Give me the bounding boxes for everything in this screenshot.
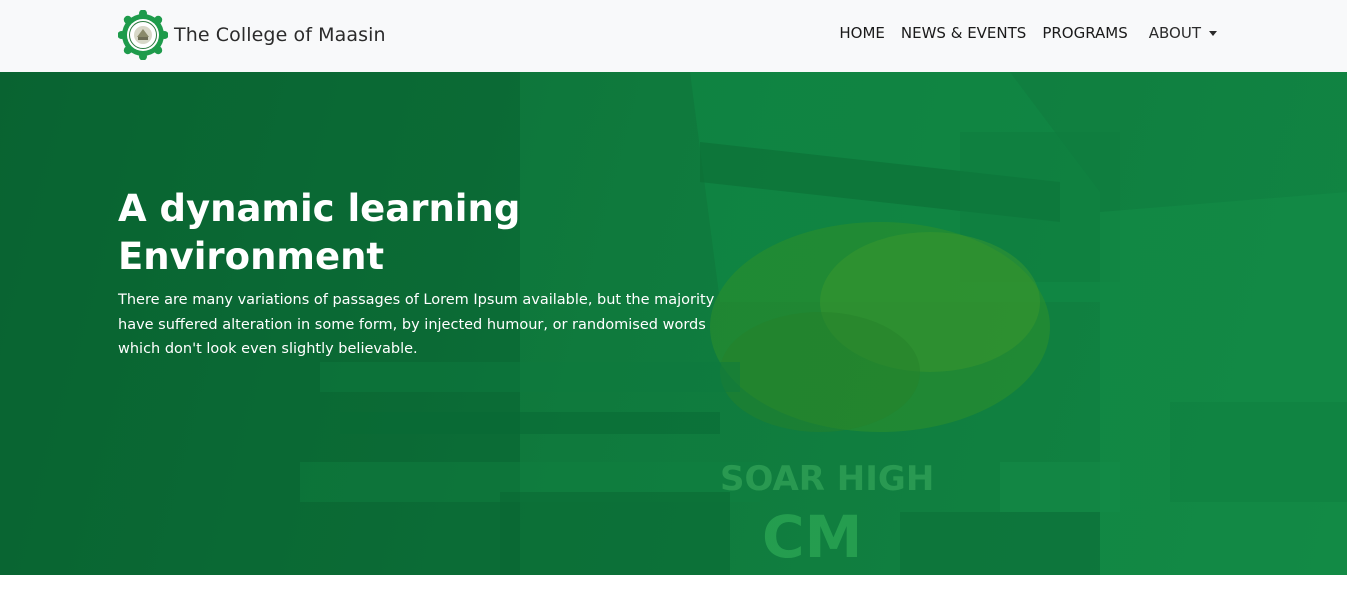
sign-text-cm: CM bbox=[762, 503, 862, 571]
brand-name: The College of Maasin bbox=[174, 24, 386, 46]
hero-title: A dynamic learning Environment bbox=[118, 187, 521, 278]
nav-link-home[interactable]: HOME bbox=[839, 24, 885, 42]
nav-dropdown-about[interactable]: ABOUT bbox=[1149, 24, 1217, 42]
top-navbar: The College of Maasin HOME NEWS & EVENTS… bbox=[0, 0, 1347, 72]
caret-down-icon bbox=[1209, 30, 1217, 36]
hero-banner: SOAR HIGH CM A dynamic learning Environm… bbox=[0, 72, 1347, 575]
nav-link-news-events[interactable]: NEWS & EVENTS bbox=[901, 24, 1026, 42]
nav-dropdown-about-label: ABOUT bbox=[1148, 24, 1201, 42]
nav-link-programs[interactable]: PROGRAMS bbox=[1042, 24, 1127, 42]
main-nav: HOME NEWS & EVENTS PROGRAMS ABOUT bbox=[823, 24, 1217, 42]
sign-text-soar-high: SOAR HIGH bbox=[720, 459, 934, 499]
hero-description: There are many variations of passages of… bbox=[118, 292, 715, 357]
page-content-start bbox=[0, 575, 1347, 615]
college-seal-logo-icon bbox=[118, 10, 168, 60]
brand-link[interactable]: The College of Maasin bbox=[118, 10, 386, 60]
